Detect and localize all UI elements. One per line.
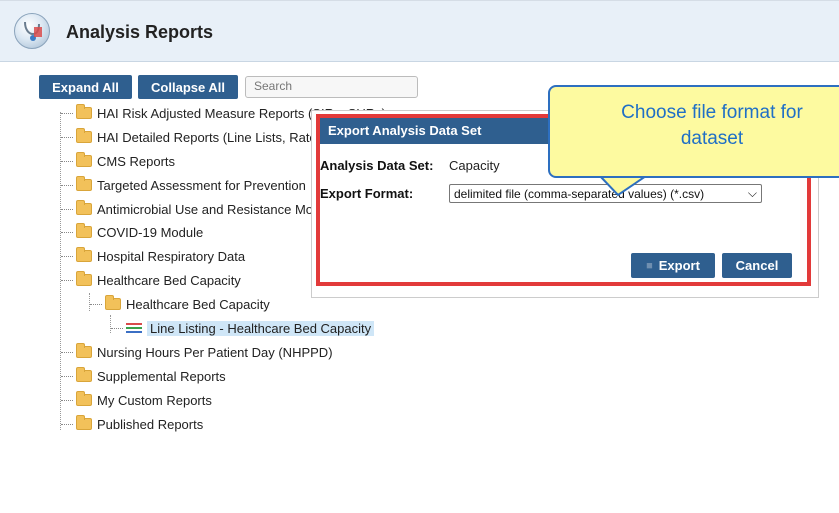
callout-tail xyxy=(597,174,650,197)
callout-line-2: dataset xyxy=(680,128,744,149)
callout-bubble: Choose file format for dataset xyxy=(548,85,839,178)
callout-line-1: Choose file format for xyxy=(621,102,803,123)
